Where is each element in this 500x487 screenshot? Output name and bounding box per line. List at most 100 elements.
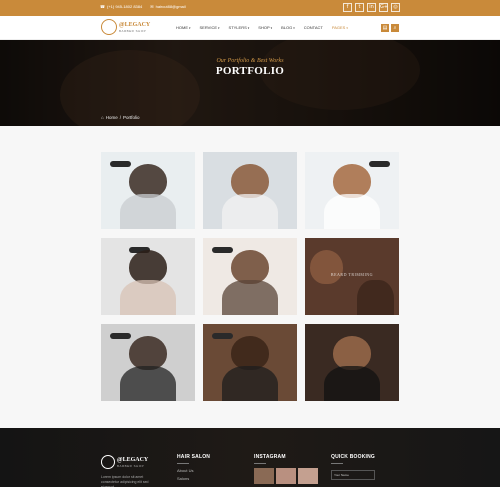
footer-divider — [254, 463, 266, 464]
portfolio-caption: BEARD TRIMMING — [330, 271, 374, 277]
phone-contact[interactable]: ☎ (+1) 945-1802 8384 — [100, 4, 142, 9]
trimmer-icon — [110, 333, 132, 340]
instagram-thumbnail[interactable] — [254, 468, 274, 484]
person-body — [119, 366, 177, 401]
menu-item-shop[interactable]: SHOP ▾ — [258, 25, 272, 30]
person-body — [323, 194, 381, 229]
menu-label: PAGES — [331, 25, 346, 30]
footer-link[interactable]: Salons — [177, 476, 210, 481]
portfolio-item-styling[interactable] — [203, 238, 297, 315]
phone-text: (+1) 945-1802 8384 — [106, 4, 143, 9]
footer-link[interactable]: About Us — [177, 468, 210, 473]
footer-col-quick-booking: QUICK BOOKING Your Name — [331, 454, 375, 480]
footer-about-text: Lorem ipsum dolor sit amet consectetur a… — [101, 475, 149, 487]
instagram-icon[interactable]: ◎ — [391, 3, 400, 12]
hair-dryer-icon — [212, 247, 234, 254]
site-logo[interactable]: @LEGACY BARBER SHOP — [101, 19, 150, 35]
breadcrumb-separator: / — [119, 115, 121, 120]
chevron-down-icon: ▾ — [218, 25, 220, 30]
trimmer-icon — [212, 333, 234, 340]
footer-heading: QUICK BOOKING — [331, 454, 375, 460]
logo-name: @LEGACY — [119, 21, 151, 28]
person-figure — [231, 163, 269, 199]
menu-label: BLOG — [281, 25, 293, 30]
portfolio-item-hair-wash[interactable] — [101, 152, 195, 229]
instagram-thumbnails — [254, 468, 318, 484]
linkedin-icon[interactable]: in — [367, 3, 376, 12]
main-menu: HOME ▾ SERVICE ▾ STYLERS ▾ SHOP ▾ BLOG ▾ CONT… — [176, 25, 348, 30]
footer-divider — [177, 463, 189, 464]
person-body — [323, 366, 381, 401]
menu-label: SERVICE — [199, 25, 218, 30]
menu-item-contact[interactable]: CONTACT — [304, 25, 323, 30]
menu-label: STYLERS — [228, 25, 247, 30]
site-footer: @LEGACY BARBER SHOP Lorem ipsum dolor si… — [0, 428, 500, 487]
chevron-down-icon: ▾ — [247, 25, 250, 30]
person-figure — [129, 335, 167, 371]
footer-col-instagram: INSTAGRAM — [254, 454, 318, 484]
home-icon: ⌂ — [101, 115, 104, 120]
menu-label: HOME — [176, 25, 188, 30]
footer-heading: INSTAGRAM — [254, 454, 286, 460]
search-icon[interactable]: ⌕ — [391, 24, 399, 32]
person-figure — [231, 335, 269, 371]
person-figure — [333, 163, 371, 199]
person-body — [119, 280, 177, 315]
hair-dryer-icon — [368, 161, 390, 168]
portfolio-item-drying[interactable] — [101, 238, 195, 315]
menu-item-stylers[interactable]: STYLERS ▾ — [229, 25, 250, 30]
email-text: haircut88@gmail — [155, 4, 186, 9]
contact-info: ☎ (+1) 945-1802 8384 ✉ haircut88@gmail — [100, 4, 186, 9]
logo-tagline: BARBER SHOP — [119, 28, 147, 33]
chevron-down-icon: ▾ — [270, 25, 273, 30]
chevron-down-icon: ▾ — [293, 25, 295, 30]
logo-mark-icon — [101, 19, 117, 35]
portfolio-item-beard-trim[interactable] — [101, 324, 195, 401]
person-body — [356, 280, 395, 315]
footer-heading: HAIR SALON — [177, 454, 211, 460]
twitter-icon[interactable]: t — [355, 3, 364, 12]
breadcrumb-current: Portfolio — [123, 115, 140, 120]
instagram-thumbnail[interactable] — [298, 468, 318, 484]
booking-name-field[interactable]: Your Name — [331, 470, 375, 480]
person-body — [119, 194, 177, 229]
breadcrumb-layer: ⌂ Home / Portfolio — [0, 40, 500, 126]
footer-logo[interactable]: @LEGACY BARBER SHOP — [101, 455, 148, 469]
google-plus-icon[interactable]: G+ — [379, 3, 388, 12]
menu-label: SHOP — [258, 25, 270, 30]
chevron-down-icon: ▾ — [189, 25, 191, 30]
chevron-down-icon: ▾ — [346, 25, 348, 30]
portfolio-item-haircut[interactable] — [203, 324, 297, 401]
cart-icon[interactable]: ▤ — [381, 24, 389, 32]
footer-brand-name: @LEGACY — [117, 456, 149, 463]
portfolio-item-shave[interactable] — [305, 324, 399, 401]
facebook-icon[interactable]: f — [343, 3, 352, 12]
nav-action-buttons: ▤ ⌕ — [381, 24, 399, 32]
person-body — [221, 194, 279, 229]
person-figure — [333, 335, 371, 371]
menu-item-service[interactable]: SERVICE ▾ — [200, 25, 220, 30]
menu-item-blog[interactable]: BLOG ▾ — [281, 25, 295, 30]
person-figure — [129, 249, 167, 285]
portfolio-gallery: BEARD TRIMMING — [101, 152, 399, 403]
menu-item-home[interactable]: HOME ▾ — [176, 25, 191, 30]
menu-item-pages[interactable]: PAGES ▾ — [332, 25, 348, 30]
person-figure — [231, 249, 269, 285]
person-body — [221, 280, 279, 315]
instagram-thumbnail[interactable] — [276, 468, 296, 484]
portfolio-item-curling[interactable] — [203, 152, 297, 229]
portfolio-item-blow-dry[interactable] — [305, 152, 399, 229]
social-links: f t in G+ ◎ — [343, 3, 400, 12]
email-contact[interactable]: ✉ haircut88@gmail — [150, 4, 185, 9]
hair-dryer-icon — [110, 161, 132, 168]
portfolio-item-brushing[interactable]: BEARD TRIMMING — [305, 238, 399, 315]
footer-brand-tagline: BARBER SHOP — [117, 463, 145, 468]
top-bar: ☎ (+1) 945-1802 8384 ✉ haircut88@gmail f… — [0, 0, 500, 16]
person-body — [221, 366, 279, 401]
footer-divider — [331, 463, 343, 464]
breadcrumb-home[interactable]: Home — [106, 115, 118, 120]
person-figure — [129, 163, 167, 199]
main-navbar: @LEGACY BARBER SHOP HOME ▾ SERVICE ▾ STYLE… — [0, 16, 500, 40]
footer-col-hair-salon: HAIR SALON About Us Salons — [177, 454, 210, 481]
menu-label: CONTACT — [303, 25, 323, 30]
